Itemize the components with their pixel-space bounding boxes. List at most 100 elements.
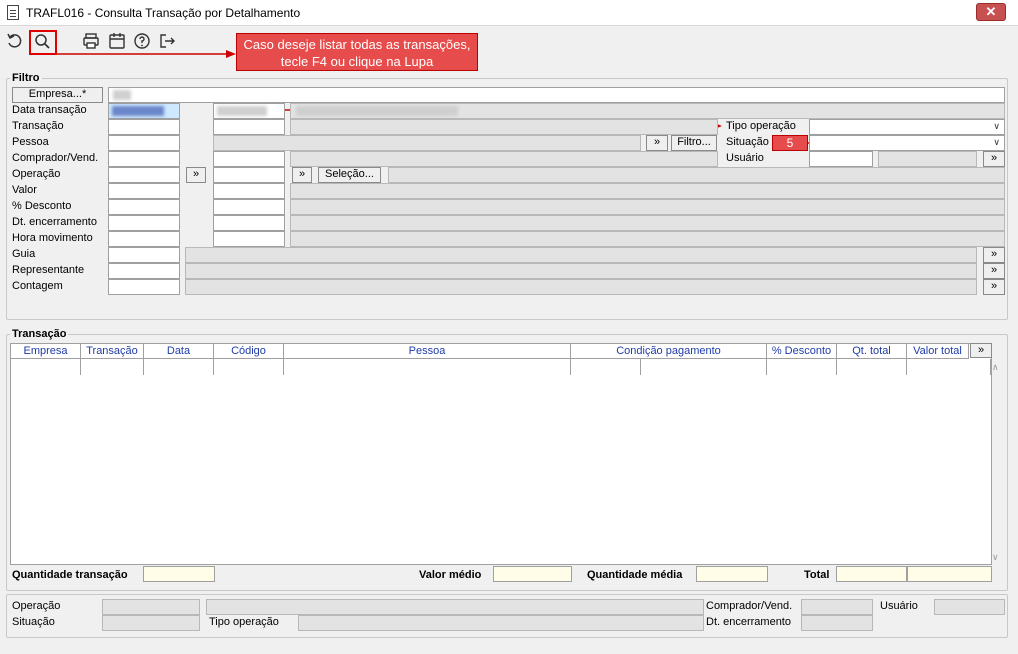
transacao-table[interactable] — [10, 343, 992, 565]
label-hora-movimento: Hora movimento — [12, 232, 93, 244]
footer-usuario-value — [934, 599, 1005, 615]
label-representante: Representante — [12, 264, 85, 276]
table-cell — [284, 359, 571, 375]
guia-more-button[interactable]: » — [983, 247, 1005, 263]
label-desconto: % Desconto — [12, 200, 72, 212]
total-value-value — [907, 566, 992, 582]
operacao-from[interactable] — [108, 167, 180, 183]
footer-label-operacao: Operação — [12, 600, 61, 612]
table-cell — [837, 359, 907, 375]
quantidade-media-value — [696, 566, 768, 582]
column-header[interactable]: Transação — [81, 344, 144, 359]
filtro-button[interactable]: Filtro... — [671, 135, 717, 151]
label-transacao: Transação — [12, 120, 64, 132]
operacao-more-button-2[interactable]: » — [292, 167, 312, 183]
representante-more-button[interactable]: » — [983, 263, 1005, 279]
contagem-field[interactable] — [108, 279, 180, 295]
footer-comprador-value — [801, 599, 873, 615]
tipo-operacao-select[interactable]: ∨ — [809, 119, 1005, 135]
valor-info — [290, 183, 1005, 199]
transacao-from[interactable] — [108, 119, 180, 135]
empresa-field[interactable] — [108, 87, 1005, 103]
footer-label-tipo-operacao: Tipo operação — [209, 616, 279, 628]
scroll-down-icon[interactable]: ∨ — [992, 552, 1002, 563]
footer-label-comprador: Comprador/Vend. — [706, 600, 793, 612]
total-quantity-value — [836, 566, 907, 582]
usuario-description — [878, 151, 977, 167]
hora-movimento-to[interactable] — [213, 231, 285, 247]
label-data-transacao: Data transação — [12, 104, 87, 116]
desconto-from[interactable] — [108, 199, 180, 215]
valor-medio-value — [493, 566, 572, 582]
column-header[interactable]: Valor total — [907, 344, 969, 359]
label-usuario: Usuário — [726, 152, 764, 164]
column-header[interactable]: Código — [214, 344, 284, 359]
column-header[interactable]: Data — [144, 344, 214, 359]
comprador-from[interactable] — [108, 151, 180, 167]
transacao-description — [290, 119, 718, 135]
operacao-description — [388, 167, 1005, 183]
dt-encerramento-to[interactable] — [213, 215, 285, 231]
table-cell — [767, 359, 837, 375]
transacao-to[interactable] — [213, 119, 285, 135]
representante-field[interactable] — [108, 263, 180, 279]
footer-situacao-value — [102, 615, 200, 631]
data-transacao-from-redacted — [112, 106, 164, 116]
footer-label-dt-encerramento: Dt. encerramento — [706, 616, 791, 628]
operacao-to[interactable] — [213, 167, 285, 183]
footer-label-situacao: Situação — [12, 616, 55, 628]
label-operacao: Operação — [12, 168, 61, 180]
transacao-legend: Transação — [10, 328, 69, 340]
dt-encerramento-info — [290, 215, 1005, 231]
operacao-more-button[interactable]: » — [186, 167, 206, 183]
label-total: Total — [804, 569, 830, 581]
hora-movimento-info — [290, 231, 1005, 247]
representante-description — [185, 263, 977, 279]
table-cell — [81, 359, 144, 375]
column-header[interactable]: Qt. total — [837, 344, 907, 359]
footer-tipo-operacao-value — [298, 615, 704, 631]
usuario-field[interactable] — [809, 151, 873, 167]
table-cell — [214, 359, 284, 375]
column-header[interactable]: Pessoa — [284, 344, 571, 359]
chevron-down-icon: ∨ — [993, 137, 1000, 147]
table-cell — [907, 359, 991, 375]
label-tipo-operacao: Tipo operação — [726, 120, 796, 132]
data-transacao-info-redacted — [296, 106, 458, 116]
footer-dt-encerramento-value — [801, 615, 873, 631]
columns-more-button[interactable]: » — [970, 343, 992, 358]
comprador-description — [290, 151, 718, 167]
label-situacao: Situação — [726, 136, 769, 148]
usuario-more-button[interactable]: » — [983, 151, 1005, 167]
data-transacao-to-redacted — [217, 106, 267, 116]
pessoa-more-button[interactable]: » — [646, 135, 668, 151]
selecao-button[interactable]: Seleção... — [318, 167, 381, 183]
guia-field[interactable] — [108, 247, 180, 263]
desconto-info — [290, 199, 1005, 215]
empresa-button[interactable]: Empresa...* — [12, 87, 103, 103]
column-header[interactable]: % Desconto — [767, 344, 837, 359]
annotation-callout: Caso deseje listar todas as transações, … — [236, 33, 478, 71]
label-pessoa: Pessoa — [12, 136, 49, 148]
pessoa-from[interactable] — [108, 135, 180, 151]
quantidade-transacao-value — [143, 566, 215, 582]
column-header[interactable]: Empresa — [11, 344, 81, 359]
valor-to[interactable] — [213, 183, 285, 199]
contagem-more-button[interactable]: » — [983, 279, 1005, 295]
dt-encerramento-from[interactable] — [108, 215, 180, 231]
situacao-select[interactable]: ∨ — [809, 135, 1005, 151]
table-cell — [641, 359, 767, 375]
table-cell — [144, 359, 214, 375]
label-dt-encerramento: Dt. encerramento — [12, 216, 97, 228]
footer-operacao-description — [206, 599, 704, 615]
hora-movimento-from[interactable] — [108, 231, 180, 247]
chevron-down-icon: ∨ — [993, 121, 1000, 131]
label-valor-medio: Valor médio — [419, 569, 482, 581]
desconto-to[interactable] — [213, 199, 285, 215]
column-header[interactable]: Condição pagamento — [571, 344, 767, 359]
label-quantidade-media: Quantidade média — [587, 569, 683, 581]
scroll-up-icon[interactable]: ∧ — [992, 362, 1002, 373]
comprador-to[interactable] — [213, 151, 285, 167]
valor-from[interactable] — [108, 183, 180, 199]
guia-description — [185, 247, 977, 263]
